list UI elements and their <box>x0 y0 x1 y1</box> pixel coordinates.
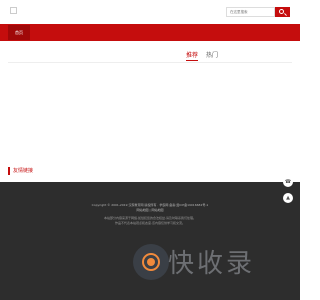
site-logo[interactable] <box>10 7 17 14</box>
footer-note: 本站部分内容来源于网络,如侵犯您的合法权益,请及时联系我们处理。 作品不代表本站… <box>60 216 240 226</box>
nav-item-home[interactable]: 首页 <box>8 25 30 40</box>
tab-recommended[interactable]: 推荐 <box>186 51 199 61</box>
main-nav: 首页 <box>0 24 300 41</box>
page: 在这里搜索 首页 推荐 热门 友情链接 Copyright © 2001-201… <box>0 0 300 300</box>
arrow-up-icon: ▲ <box>286 195 290 201</box>
phone-button[interactable]: ☎ <box>283 177 293 187</box>
sitemap-link[interactable]: 网站地图 | 网站地图 <box>60 208 240 213</box>
tabs-divider <box>8 62 292 63</box>
watermark-logo-mark <box>142 253 160 271</box>
header: 在这里搜索 <box>0 0 300 24</box>
search-button[interactable] <box>275 7 290 17</box>
search-input[interactable]: 在这里搜索 <box>226 7 275 17</box>
phone-icon: ☎ <box>284 179 292 185</box>
watermark-text: 快收录 <box>168 249 256 279</box>
watermark-logo-icon <box>133 244 169 280</box>
back-to-top-button[interactable]: ▲ <box>283 193 293 203</box>
friend-links-title: 友情链接 <box>13 168 34 174</box>
search-icon <box>279 9 284 14</box>
footer-note-line-2: 作品不代表本站观点和态度,该内容仅供学习和交流。 <box>115 221 185 225</box>
section-marker <box>8 167 10 175</box>
content-tabs: 推荐 热门 <box>186 51 224 61</box>
tab-popular[interactable]: 热门 <box>206 51 218 60</box>
footer-copyright: Copyright © 2001-2019 汉家教育网 版权所有 · 学霸网 备… <box>60 203 240 213</box>
footer: Copyright © 2001-2019 汉家教育网 版权所有 · 学霸网 备… <box>0 182 300 300</box>
